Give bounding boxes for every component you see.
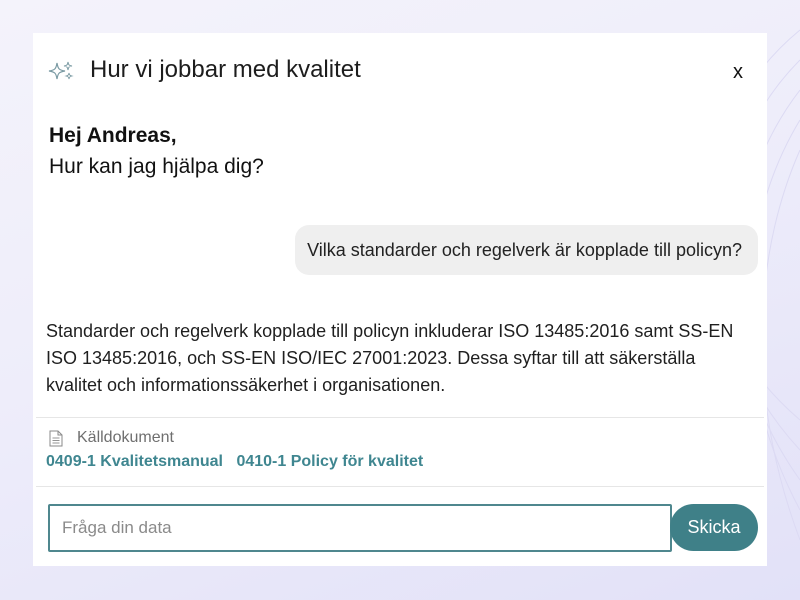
chat-title: Hur vi jobbar med kvalitet (90, 56, 361, 83)
sources-header: Källdokument (46, 429, 432, 447)
source-link-policy[interactable]: 0410-1 Policy för kvalitet (236, 453, 423, 470)
divider (36, 417, 764, 418)
sources-section: Källdokument 0409-1 Kvalitetsmanual 0410… (46, 429, 432, 471)
assistant-answer: Standarder och regelverk kopplade till p… (46, 321, 734, 395)
close-button[interactable]: x (733, 61, 743, 83)
chat-panel: Hur vi jobbar med kvalitet x Hej Andreas… (33, 33, 767, 566)
sparkle-icon (48, 61, 74, 80)
send-button[interactable]: Skicka (670, 504, 758, 551)
document-icon (49, 430, 63, 446)
divider (36, 486, 764, 487)
source-link-kvalitetsmanual[interactable]: 0409-1 Kvalitetsmanual (46, 453, 223, 470)
question-input[interactable] (48, 504, 672, 552)
source-links: 0409-1 Kvalitetsmanual 0410-1 Policy för… (46, 453, 432, 471)
sources-label: Källdokument (77, 429, 174, 446)
greeting: Hej Andreas, Hur kan jag hjälpa dig? (49, 124, 264, 179)
chat-header: Hur vi jobbar med kvalitet x (33, 33, 767, 107)
greeting-name: Hej Andreas, (49, 124, 177, 147)
user-message-bubble: Vilka standarder och regelverk är koppla… (295, 225, 758, 275)
greeting-question: Hur kan jag hjälpa dig? (49, 155, 264, 178)
